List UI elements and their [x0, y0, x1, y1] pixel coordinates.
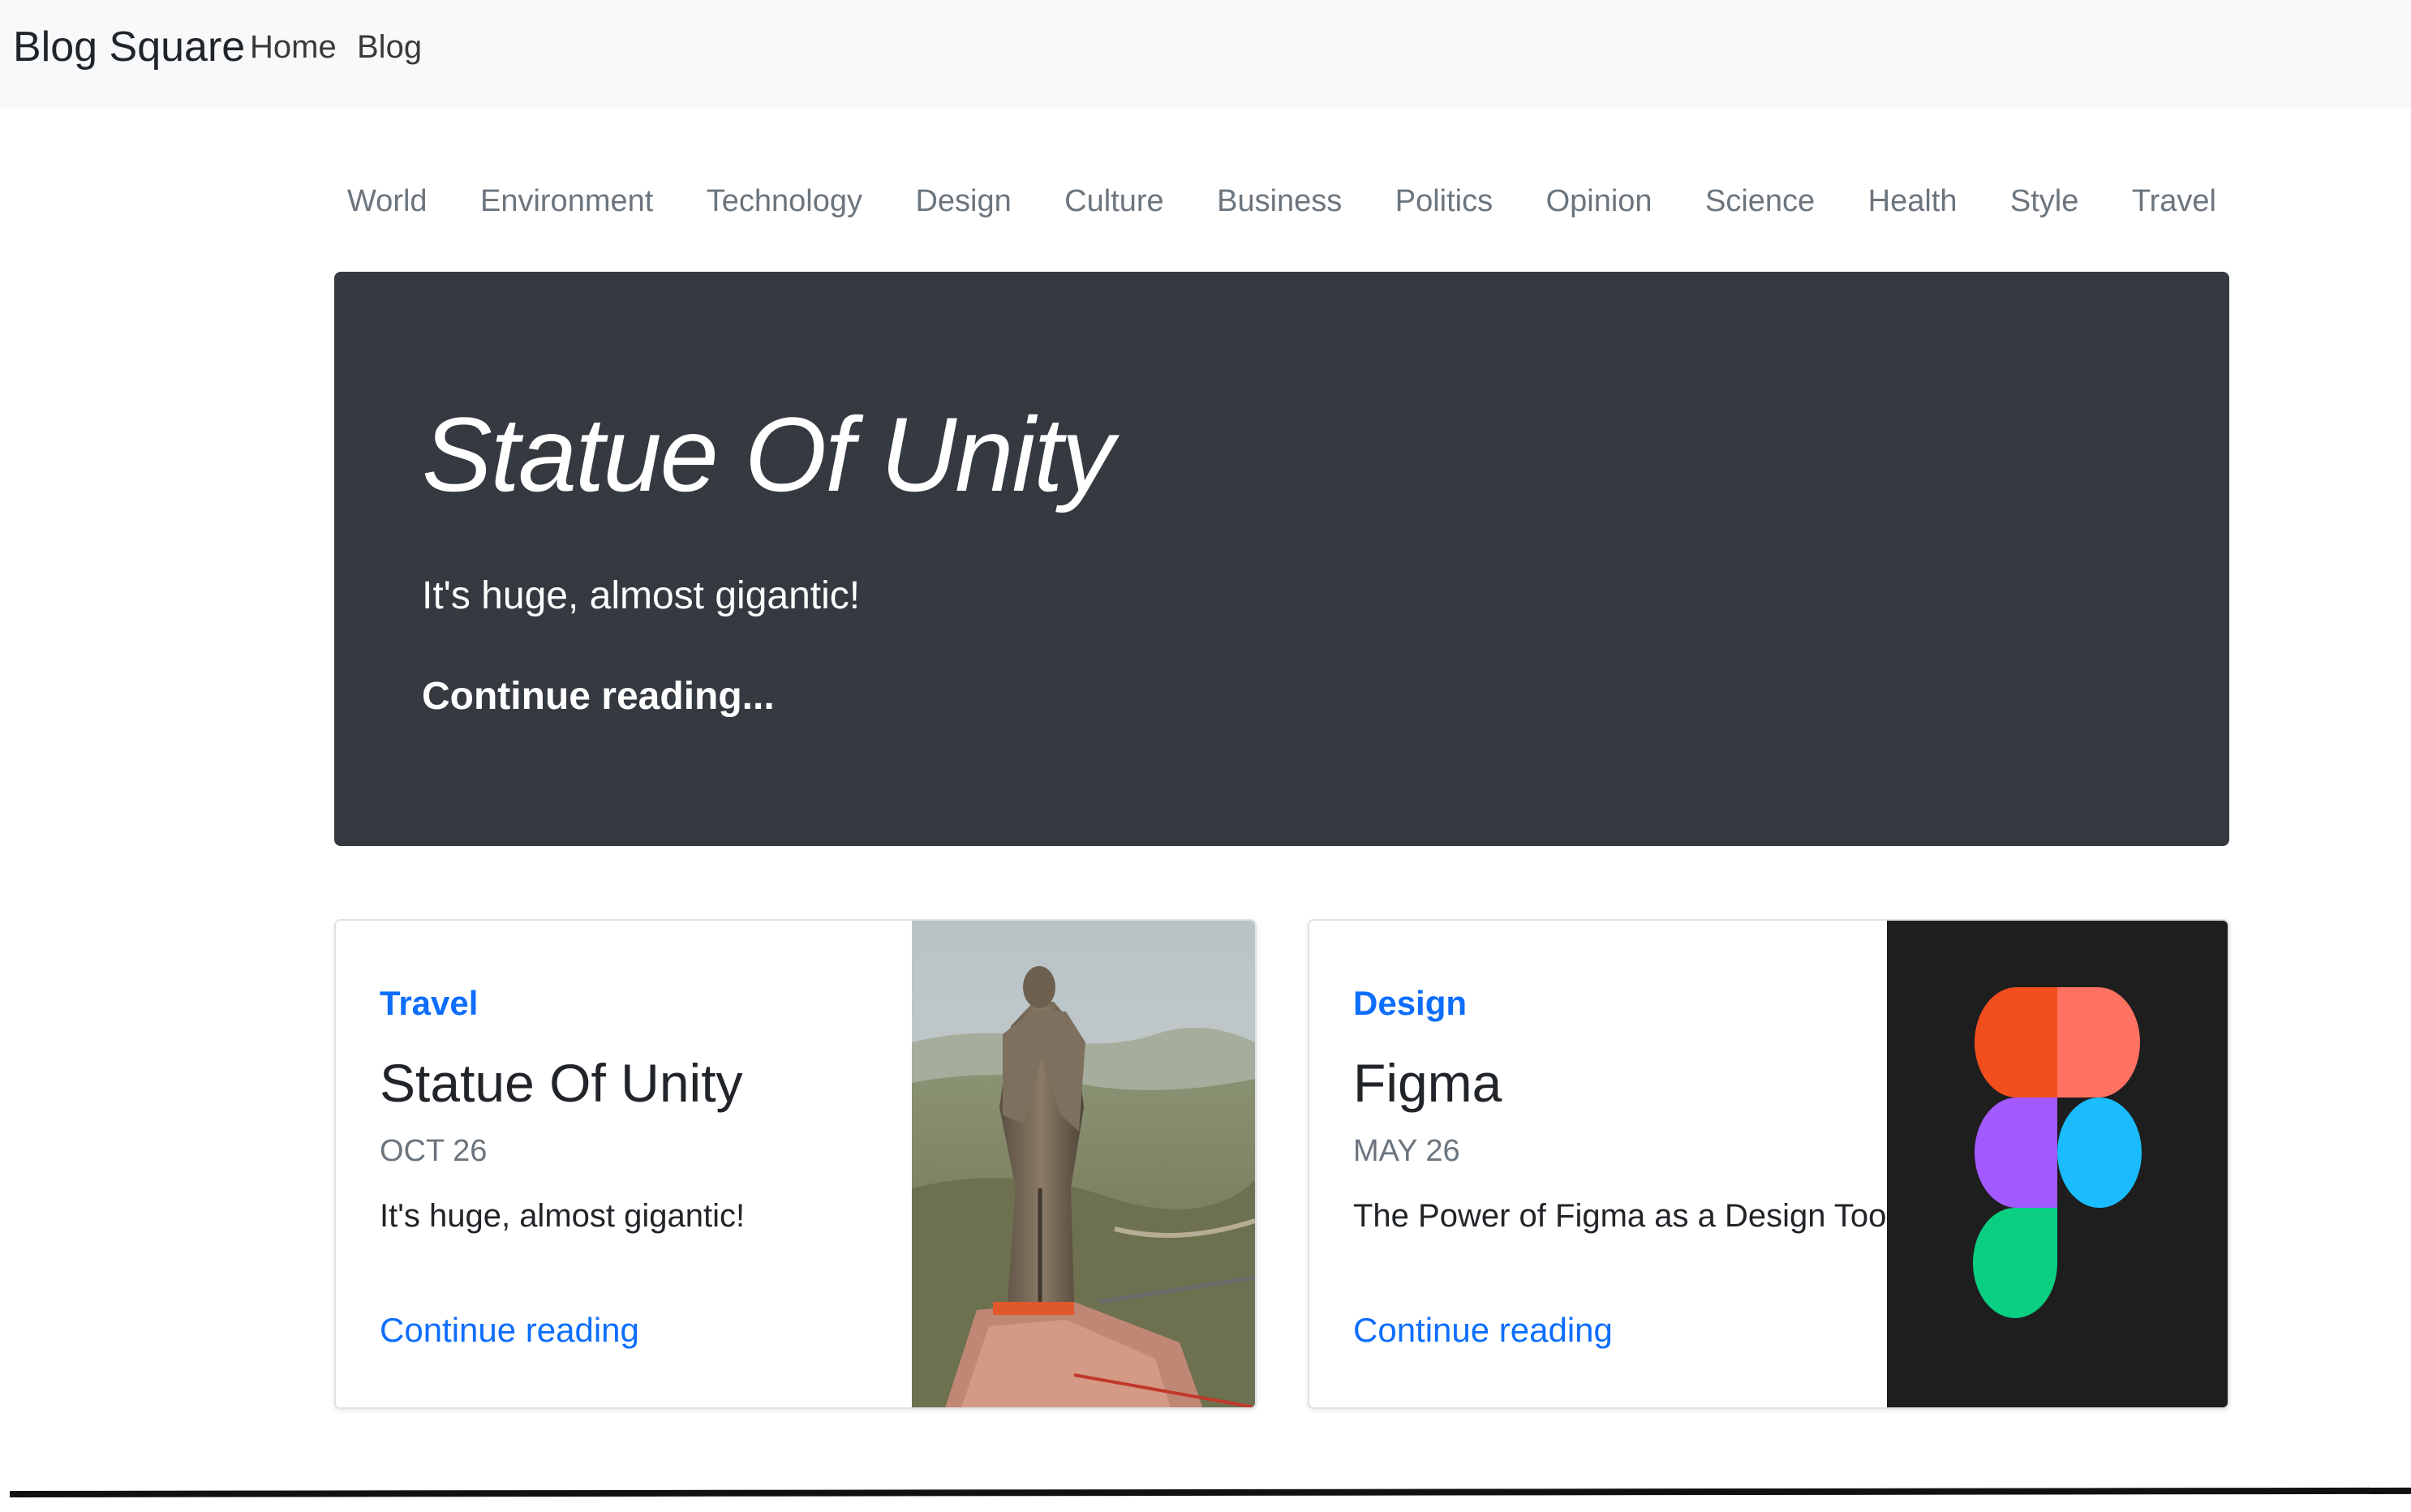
post-card-statue-of-unity: Travel Statue Of Unity OCT 26 It's huge,…	[334, 919, 1257, 1409]
nav-blog-link[interactable]: Blog	[357, 26, 422, 68]
featured-post-hero: Statue Of Unity It's huge, almost gigant…	[334, 272, 2229, 846]
card-title: Figma	[1353, 1053, 1502, 1113]
card-excerpt: It's huge, almost gigantic!	[380, 1198, 746, 1234]
category-link-environment[interactable]: Environment	[467, 184, 666, 219]
category-link-style[interactable]: Style	[1997, 184, 2091, 219]
card-excerpt: The Power of Figma as a Design Tool	[1353, 1198, 1894, 1234]
category-link-opinion[interactable]: Opinion	[1533, 184, 1665, 219]
category-link-culture[interactable]: Culture	[1051, 184, 1177, 219]
category-link-politics[interactable]: Politics	[1382, 184, 1506, 219]
figma-logo-icon	[1887, 921, 2228, 1407]
card-category: Design	[1353, 984, 1468, 1022]
category-link-world[interactable]: World	[334, 184, 441, 219]
post-card-figma: Design Figma MAY 26 The Power of Figma a…	[1308, 919, 2229, 1409]
category-link-science[interactable]: Science	[1692, 184, 1828, 219]
card-title: Statue Of Unity	[380, 1053, 743, 1113]
statue-of-unity-photo	[912, 921, 1255, 1407]
nav-home-link[interactable]: Home	[250, 26, 337, 68]
brand-logo[interactable]: Blog Square	[13, 23, 245, 71]
card-date: MAY 26	[1353, 1134, 1460, 1168]
category-link-technology[interactable]: Technology	[694, 184, 875, 219]
category-link-health[interactable]: Health	[1855, 184, 1970, 219]
category-link-design[interactable]: Design	[902, 184, 1024, 219]
hero-title: Statue Of Unity	[422, 395, 1114, 513]
card-continue-reading-link[interactable]: Continue reading	[380, 1308, 639, 1352]
category-link-business[interactable]: Business	[1204, 184, 1355, 219]
card-category: Travel	[380, 984, 479, 1022]
category-link-travel[interactable]: Travel	[2119, 184, 2229, 219]
footer-divider	[9, 1487, 2411, 1497]
hero-lead: It's huge, almost gigantic!	[422, 574, 861, 617]
card-date: OCT 26	[380, 1134, 488, 1168]
top-navbar: Blog Square Home Blog	[0, 0, 2411, 108]
category-nav: World Environment Technology Design Cult…	[334, 178, 2229, 224]
card-continue-reading-link[interactable]: Continue reading	[1353, 1308, 1613, 1352]
hero-continue-reading-link[interactable]: Continue reading...	[422, 672, 775, 721]
